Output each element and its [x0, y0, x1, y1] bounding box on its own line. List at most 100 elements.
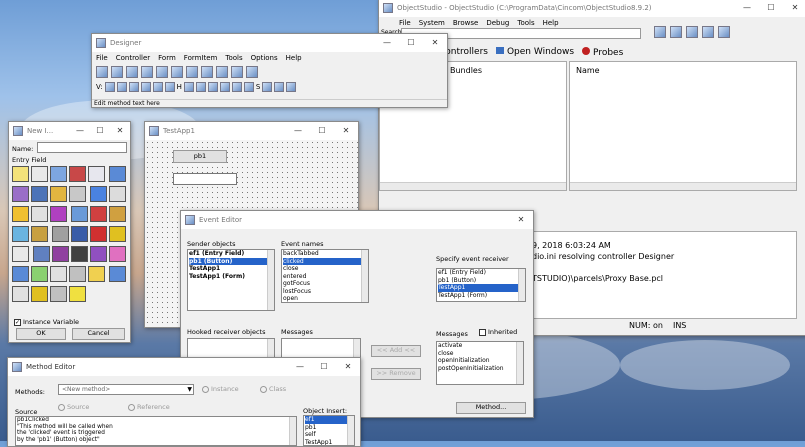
grid-icon[interactable] — [31, 206, 48, 222]
edit-icon[interactable] — [670, 26, 682, 38]
menu-tools[interactable]: Tools — [517, 19, 534, 27]
minimize-icon[interactable]: — — [735, 0, 759, 17]
space-v-icon[interactable] — [152, 82, 163, 92]
maximize-icon[interactable]: ☐ — [759, 0, 783, 17]
ok-button-icon[interactable] — [31, 166, 48, 182]
close-icon[interactable]: ✕ — [423, 34, 447, 52]
note-icon[interactable] — [88, 266, 105, 282]
wand-icon[interactable] — [126, 66, 138, 78]
frame-icon[interactable] — [71, 206, 89, 222]
sticky-icon[interactable] — [69, 286, 86, 302]
close-icon[interactable]: ✕ — [509, 211, 533, 229]
radio-icon[interactable] — [69, 166, 86, 182]
list-item[interactable]: self — [305, 431, 353, 439]
name-input[interactable] — [37, 142, 127, 153]
align-bottom-icon[interactable] — [128, 82, 139, 92]
menu-system[interactable]: System — [419, 19, 445, 27]
list-item[interactable]: TestApp1 (Form) — [438, 292, 524, 300]
scroll-icon[interactable] — [50, 186, 67, 202]
menu-tools[interactable]: Tools — [225, 54, 242, 62]
checkbox-icon[interactable] — [88, 166, 105, 182]
cancel-button[interactable]: Cancel — [72, 328, 125, 340]
class-radio[interactable]: Class — [260, 385, 286, 393]
ef1-entry-field[interactable] — [173, 173, 237, 185]
cut-icon[interactable] — [186, 66, 198, 78]
gear-icon[interactable] — [201, 66, 213, 78]
list-item[interactable]: close — [283, 265, 367, 273]
spin-icon[interactable] — [109, 186, 127, 202]
methods-select[interactable]: <New method> ▼ — [58, 384, 194, 395]
align-center-icon[interactable] — [195, 82, 206, 92]
menu-controller[interactable]: Controller — [116, 54, 150, 62]
splitter-icon[interactable] — [12, 286, 29, 302]
close-icon[interactable]: ✕ — [336, 358, 360, 376]
ok-button[interactable]: OK — [16, 328, 66, 340]
combo-icon[interactable] — [31, 186, 48, 202]
list-item[interactable]: TestApp1 (Form) — [189, 273, 273, 281]
size-height-icon[interactable] — [274, 82, 285, 92]
close-icon[interactable]: ✕ — [110, 122, 130, 140]
list-item[interactable]: activate — [438, 342, 522, 350]
text-icon[interactable] — [109, 166, 127, 182]
list-item[interactable]: pb1 — [305, 424, 353, 432]
align-right-icon[interactable] — [207, 82, 218, 92]
list-item[interactable]: TestApp1 — [189, 265, 273, 273]
menu-options[interactable]: Options — [251, 54, 278, 62]
window-icon[interactable] — [246, 66, 258, 78]
sender-objects-list[interactable]: ef1 (Entry Field) pb1 (Button) TestApp1 … — [187, 249, 275, 311]
pen-icon[interactable] — [12, 206, 29, 222]
slider-icon[interactable] — [50, 266, 67, 282]
maximize-icon[interactable]: ☐ — [312, 358, 336, 376]
minimize-icon[interactable]: — — [286, 122, 310, 140]
size-both-icon[interactable] — [286, 82, 297, 92]
page-icon[interactable] — [52, 226, 70, 242]
hooked-receivers-list[interactable] — [187, 338, 275, 358]
menu-icon[interactable] — [31, 226, 48, 242]
traffic-icon[interactable] — [12, 246, 29, 262]
menu-browse[interactable]: Browse — [453, 19, 479, 27]
reference-radio[interactable]: Reference — [128, 403, 170, 411]
menu-file[interactable]: File — [399, 19, 411, 27]
save-icon[interactable] — [686, 26, 698, 38]
align-middle-icon[interactable] — [116, 82, 127, 92]
tree-icon[interactable] — [12, 226, 29, 242]
close-icon[interactable]: ✕ — [334, 122, 358, 140]
save-icon[interactable] — [96, 66, 108, 78]
list-item-selected[interactable]: TestApp1 — [438, 284, 524, 292]
horizontal-scrollbar[interactable] — [380, 182, 566, 190]
bar-chart-icon[interactable] — [50, 166, 67, 182]
list-item[interactable]: openInitialization — [438, 357, 522, 365]
maximize-icon[interactable]: ☐ — [90, 122, 110, 140]
horizontal-scrollbar[interactable] — [570, 182, 796, 190]
notebook-icon[interactable] — [90, 206, 108, 222]
minimize-icon[interactable]: — — [288, 358, 312, 376]
calendar-icon[interactable] — [109, 266, 127, 282]
space-h-icon[interactable] — [231, 82, 242, 92]
name-pane[interactable]: Name — [569, 61, 797, 191]
move-icon[interactable] — [216, 66, 228, 78]
menu-help[interactable]: Help — [286, 54, 302, 62]
receiver-messages-list[interactable]: activate close openInitialization postOp… — [436, 341, 524, 385]
inherited-checkbox[interactable]: Inherited — [479, 328, 517, 336]
menu-formitem[interactable]: FormItem — [184, 54, 218, 62]
maximize-icon[interactable]: ☐ — [399, 34, 423, 52]
list-icon[interactable] — [12, 186, 29, 202]
list-item[interactable]: lostFocus — [283, 288, 367, 296]
inspect-icon[interactable] — [702, 26, 714, 38]
leaf-icon[interactable] — [31, 266, 48, 282]
minimize-icon[interactable]: — — [375, 34, 399, 52]
run-icon[interactable] — [111, 66, 123, 78]
list-item[interactable]: ef1 (Entry Field) — [189, 250, 273, 258]
tools-icon[interactable] — [231, 66, 243, 78]
list-item[interactable]: TestApp1 — [305, 439, 353, 446]
minimize-icon[interactable]: — — [70, 122, 90, 140]
vertical-scrollbar[interactable] — [267, 339, 274, 357]
event-receiver-list[interactable]: ef1 (Entry Field) pb1 (Button) TestApp1 … — [436, 268, 526, 302]
list-item[interactable]: open — [283, 295, 367, 302]
menu-file[interactable]: File — [96, 54, 108, 62]
t-text-icon[interactable] — [109, 246, 127, 262]
source-text-area[interactable]: pb1Clicked "This method will be called w… — [15, 416, 297, 446]
table-icon[interactable] — [69, 186, 86, 202]
menu-help[interactable]: Help — [543, 19, 559, 27]
paint-icon[interactable] — [50, 206, 67, 222]
